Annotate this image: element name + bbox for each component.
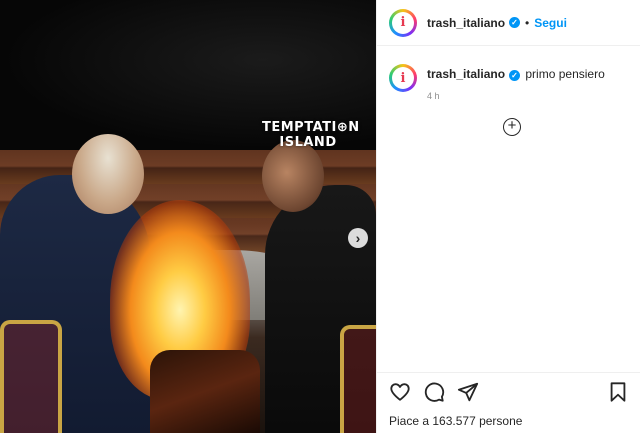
post-actions: Piace a 163.577 persone: [377, 372, 640, 433]
fire-logs: [150, 350, 260, 433]
action-icons: [389, 381, 479, 403]
chair-left: [0, 320, 62, 433]
avatar[interactable]: i: [389, 8, 417, 37]
caption-avatar-logo-glyph: i: [400, 70, 406, 86]
caption-avatar[interactable]: i: [389, 64, 417, 92]
add-comment-icon[interactable]: +: [503, 118, 521, 136]
comment-icon[interactable]: [423, 381, 445, 403]
person-left-head: [72, 134, 144, 214]
chair-right: [340, 325, 376, 433]
person-right-head: [262, 140, 324, 212]
next-image-button[interactable]: ›: [348, 228, 368, 248]
post-image[interactable]: TEMPTATI⊕N ISLAND ›: [0, 0, 376, 433]
header-separator: •: [525, 15, 530, 30]
post-header: i trash_italiano ✓ • Segui: [377, 0, 640, 46]
post-side-panel: i trash_italiano ✓ • Segui i trash_itali…: [376, 0, 640, 433]
caption-username[interactable]: trash_italiano: [427, 67, 505, 81]
caption-text-block: trash_italiano ✓ primo pensiero 4 h: [427, 66, 605, 104]
follow-button[interactable]: Segui: [534, 16, 567, 30]
post-caption: i trash_italiano ✓ primo pensiero 4 h: [377, 46, 640, 104]
verified-badge-icon: ✓: [509, 17, 521, 28]
heart-icon[interactable]: [389, 381, 411, 403]
share-icon[interactable]: [457, 381, 479, 403]
likes-count[interactable]: Piace a 163.577 persone: [389, 414, 522, 428]
bookmark-icon[interactable]: [607, 381, 629, 403]
caption-verified-badge-icon: ✓: [509, 70, 521, 81]
caption-body: primo pensiero: [525, 67, 605, 81]
watermark-line-2: ISLAND: [279, 135, 337, 150]
temptation-island-watermark: TEMPTATI⊕N ISLAND: [262, 120, 360, 150]
header-username[interactable]: trash_italiano: [427, 16, 505, 30]
avatar-logo-glyph: i: [400, 15, 406, 30]
post-timestamp[interactable]: 4 h: [427, 88, 605, 104]
watermark-line-1: TEMPTATI⊕N: [262, 120, 360, 135]
